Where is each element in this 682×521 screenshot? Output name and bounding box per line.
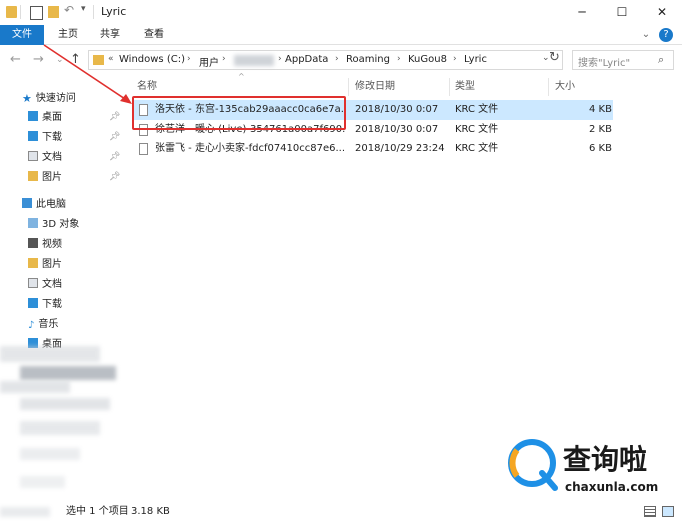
status-size: 3.18 KB — [131, 506, 170, 517]
watermark: 查询啦 chaxunla.com — [507, 436, 677, 496]
status-bar: 选中 1 个项目 3.18 KB — [0, 502, 682, 521]
watermark-brand: 查询啦 — [563, 443, 648, 476]
arrow-line — [43, 44, 129, 102]
large-icons-view-icon[interactable] — [662, 506, 674, 517]
redacted-area — [0, 507, 50, 517]
watermark-logo-icon — [508, 439, 558, 491]
arrow-head — [120, 94, 132, 104]
watermark-domain: chaxunla.com — [565, 480, 659, 494]
status-selection: 选中 1 个项目 — [66, 506, 129, 517]
details-view-icon[interactable] — [644, 506, 656, 517]
